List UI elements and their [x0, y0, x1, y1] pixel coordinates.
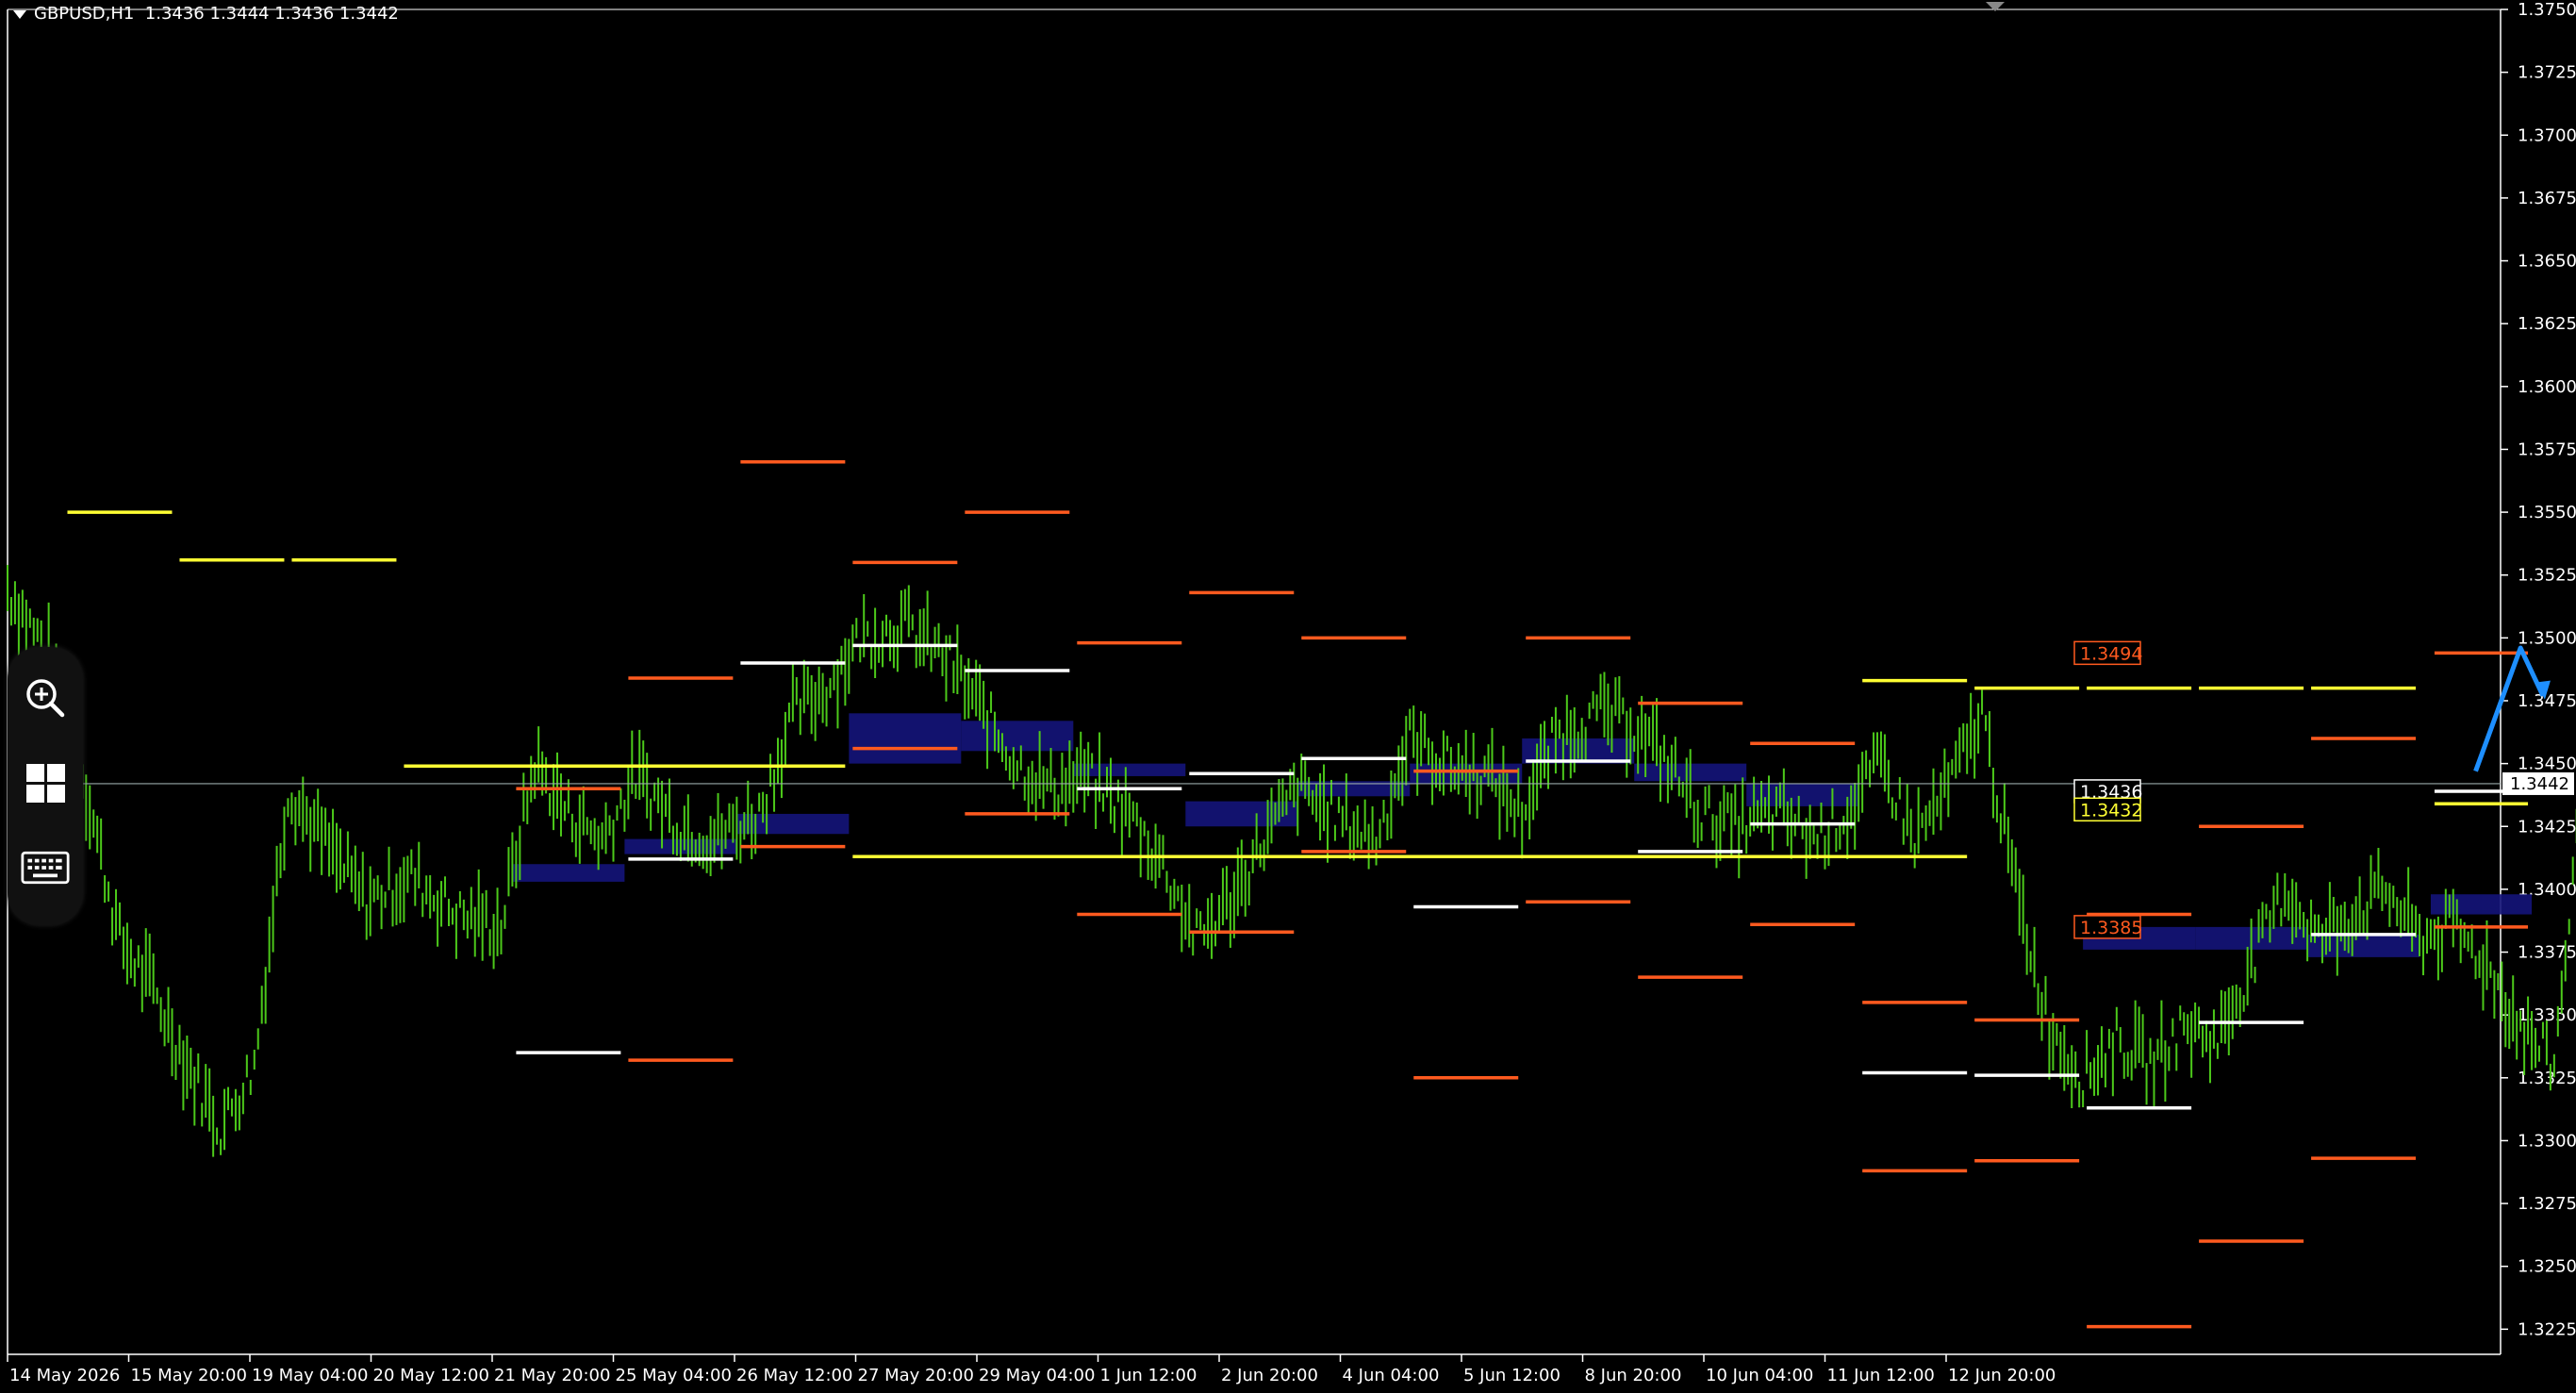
y-tick-label: 1.3450	[2518, 755, 2576, 774]
level-zone	[1746, 783, 1859, 806]
x-tick-label: 15 May 20:00	[131, 1366, 247, 1385]
y-tick-label: 1.3375	[2518, 943, 2576, 963]
symbol-label: GBPUSD,H1	[34, 4, 135, 24]
x-tick-label: 1 Jun 12:00	[1100, 1366, 1197, 1385]
x-tick-label: 19 May 04:00	[252, 1366, 368, 1385]
ohlc-label: 1.3436 1.3444 1.3436 1.3442	[144, 4, 399, 24]
level-zone	[512, 864, 625, 882]
keyboard-icon[interactable]	[21, 843, 70, 892]
y-tick-label: 1.3525	[2518, 566, 2576, 586]
dropdown-triangle-icon[interactable]	[13, 9, 26, 19]
y-tick-label: 1.3475	[2518, 691, 2576, 711]
floating-toolbar	[8, 647, 83, 925]
x-tick-label: 27 May 20:00	[858, 1366, 974, 1385]
x-tick-label: 20 May 12:00	[373, 1366, 489, 1385]
y-tick-label: 1.3725	[2518, 63, 2576, 83]
y-tick-label: 1.3575	[2518, 439, 2576, 459]
y-tick-label: 1.3225	[2518, 1319, 2576, 1339]
y-tick-label: 1.3750	[2518, 0, 2576, 20]
level-zone	[736, 813, 850, 835]
level-zone	[849, 713, 962, 764]
x-tick-label: 14 May 2026	[9, 1366, 120, 1385]
price-chart[interactable]: 1.3750 1.3725 1.3700 1.3675 1.3650 1.3625 1.36…	[0, 0, 2576, 1393]
y-tick-label: 1.3300	[2518, 1131, 2576, 1151]
level-zone	[2307, 934, 2420, 957]
y-tick-label: 1.3250	[2518, 1257, 2576, 1277]
y-tick-label: 1.3625	[2518, 314, 2576, 334]
price-label-text: 1.3432	[2080, 800, 2142, 821]
price-label-text: 1.3385	[2080, 918, 2142, 938]
y-tick-label: 1.3425	[2518, 817, 2576, 837]
level-zone	[1185, 801, 1298, 827]
x-tick-label: 8 Jun 20:00	[1585, 1366, 1682, 1385]
y-tick-label: 1.3275	[2518, 1194, 2576, 1214]
y-tick-label: 1.3650	[2518, 252, 2576, 272]
y-tick-label: 1.3550	[2518, 503, 2576, 522]
x-tick-label: 25 May 04:00	[616, 1366, 732, 1385]
x-tick-label: 21 May 20:00	[494, 1366, 610, 1385]
zoom-in-icon[interactable]	[21, 673, 70, 722]
x-tick-label: 4 Jun 04:00	[1343, 1366, 1440, 1385]
y-tick-label: 1.3600	[2518, 377, 2576, 397]
price-label-text: 1.3494	[2080, 643, 2142, 664]
level-zone	[1073, 763, 1186, 776]
x-tick-label: 12 Jun 20:00	[1948, 1366, 2056, 1385]
current-price-label: 1.3442	[2510, 774, 2569, 794]
x-tick-label: 2 Jun 20:00	[1221, 1366, 1318, 1385]
x-tick-label: 10 Jun 04:00	[1706, 1366, 1813, 1385]
x-tick-label: 11 Jun 12:00	[1827, 1366, 1935, 1385]
x-tick-label: 5 Jun 12:00	[1463, 1366, 1560, 1385]
y-tick-label: 1.3700	[2518, 125, 2576, 145]
chart-background	[0, 0, 2576, 1393]
x-tick-label: 26 May 12:00	[736, 1366, 852, 1385]
level-zone	[961, 721, 1074, 752]
chart-window[interactable]: 1.3750 1.3725 1.3700 1.3675 1.3650 1.3625 1.36…	[0, 0, 2576, 1393]
window-grid-icon[interactable]	[21, 758, 70, 807]
y-tick-label: 1.3675	[2518, 189, 2576, 208]
y-tick-label: 1.3500	[2518, 628, 2576, 648]
y-tick-label: 1.3325	[2518, 1069, 2576, 1088]
chart-header: GBPUSD,H1 1.3436 1.3444 1.3436 1.3442	[13, 4, 399, 24]
x-tick-label: 29 May 04:00	[979, 1366, 1095, 1385]
